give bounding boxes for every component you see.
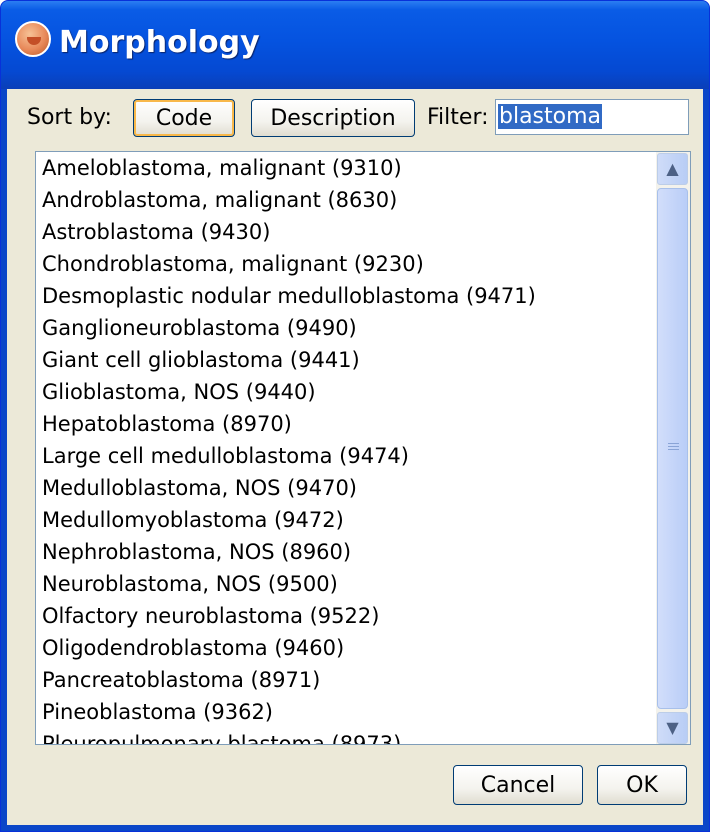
list-item[interactable]: Medulloblastoma, NOS (9470) [36,472,646,504]
list-item[interactable]: Nephroblastoma, NOS (8960) [36,536,646,568]
list-item[interactable]: Ganglioneuroblastoma (9490) [36,312,646,344]
list-item[interactable]: Androblastoma, malignant (8630) [36,184,646,216]
list-item[interactable]: Chondroblastoma, malignant (9230) [36,248,646,280]
list-item[interactable]: Ameloblastoma, malignant (9310) [36,152,646,184]
chevron-up-icon[interactable]: ▲ [657,153,688,185]
sort-by-label: Sort by: [27,105,112,130]
window-title: Morphology [59,25,260,60]
list-item[interactable]: Medullomyoblastoma (9472) [36,504,646,536]
vertical-scrollbar[interactable]: ▲ ▼ [656,152,690,744]
list-item[interactable]: Oligodendroblastoma (9460) [36,632,646,664]
list-item[interactable]: Large cell medulloblastoma (9474) [36,440,646,472]
sort-description-button[interactable]: Description [251,99,415,137]
list-item[interactable]: Pancreatoblastoma (8971) [36,664,646,696]
list-item[interactable]: Desmoplastic nodular medulloblastoma (94… [36,280,646,312]
title-bar[interactable]: Morphology [1,1,709,89]
morphology-list[interactable]: Ameloblastoma, malignant (9310) Androblas… [35,151,691,745]
dialog-body: Sort by: Code Description Filter: blasto… [7,89,703,825]
morphology-dialog: Morphology Sort by: Code Description Fil… [0,0,710,832]
cancel-button[interactable]: Cancel [453,765,583,805]
chevron-down-icon[interactable]: ▼ [657,712,688,744]
list-item[interactable]: Astroblastoma (9430) [36,216,646,248]
app-icon [15,21,51,57]
sort-code-button[interactable]: Code [133,99,235,137]
list-item[interactable]: Glioblastoma, NOS (9440) [36,376,646,408]
grip-icon [668,443,679,452]
filter-label: Filter: [427,105,489,130]
filter-input[interactable]: blastoma [495,99,689,135]
list-item[interactable]: Pineoblastoma (9362) [36,696,646,728]
list-item[interactable]: Hepatoblastoma (8970) [36,408,646,440]
list-items: Ameloblastoma, malignant (9310) Androblas… [36,152,646,744]
list-item[interactable]: Giant cell glioblastoma (9441) [36,344,646,376]
list-item[interactable]: Neuroblastoma, NOS (9500) [36,568,646,600]
ok-button[interactable]: OK [597,765,687,805]
scrollbar-thumb[interactable] [657,188,688,709]
list-item[interactable]: Pleuropulmonary blastoma (8973) [36,728,646,744]
list-item[interactable]: Olfactory neuroblastoma (9522) [36,600,646,632]
filter-selected-text: blastoma [498,104,603,129]
